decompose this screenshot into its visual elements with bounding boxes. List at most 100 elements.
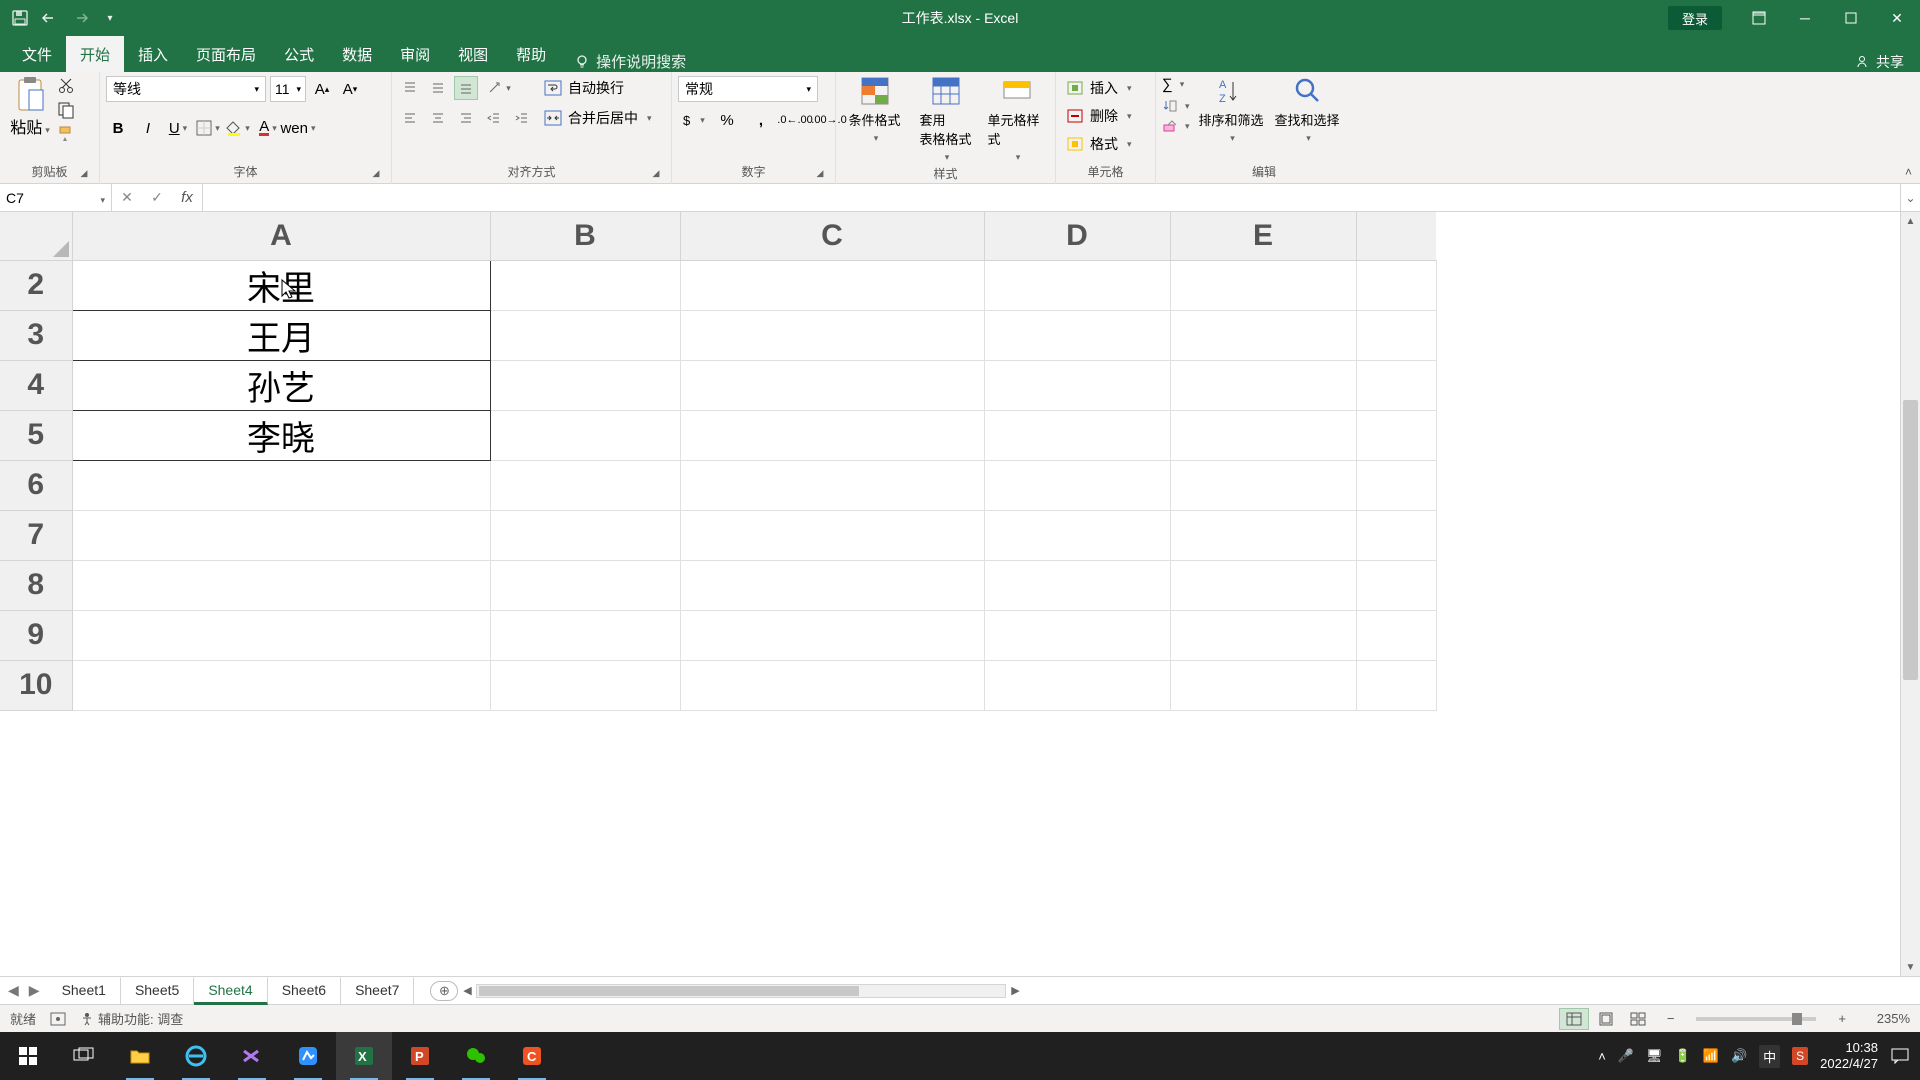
- bold-button[interactable]: B: [106, 116, 130, 140]
- sheet-tab-Sheet6[interactable]: Sheet6: [268, 977, 341, 1005]
- cell-spill-4[interactable]: [1356, 360, 1436, 410]
- orientation-button[interactable]: [482, 76, 516, 100]
- cell-C6[interactable]: [680, 460, 984, 510]
- ime-indicator[interactable]: 中: [1759, 1045, 1780, 1068]
- increase-decimal-button[interactable]: .0←.00: [780, 108, 810, 132]
- tray-clock[interactable]: 10:38 2022/4/27: [1820, 1040, 1878, 1071]
- formula-input[interactable]: [203, 184, 1900, 211]
- italic-button[interactable]: I: [136, 116, 160, 140]
- merge-center-button[interactable]: 合并后居中: [540, 106, 656, 130]
- align-left-button[interactable]: [398, 106, 422, 130]
- cell-B6[interactable]: [490, 460, 680, 510]
- cell-E8[interactable]: [1170, 560, 1356, 610]
- undo-button[interactable]: [36, 4, 64, 32]
- zoom-slider[interactable]: [1696, 1017, 1816, 1021]
- fx-icon[interactable]: fx: [172, 189, 202, 206]
- zoom-level[interactable]: 235%: [1860, 1011, 1910, 1026]
- redo-button[interactable]: [66, 4, 94, 32]
- wrap-text-button[interactable]: 自动换行: [540, 76, 656, 100]
- borders-button[interactable]: [196, 116, 220, 140]
- cell-D5[interactable]: [984, 410, 1170, 460]
- sheet-nav-prev[interactable]: ◀: [8, 982, 19, 999]
- cell-A3[interactable]: 王月: [72, 310, 490, 360]
- name-box[interactable]: C7: [0, 184, 112, 211]
- expand-formula-bar[interactable]: ⌄: [1900, 184, 1920, 211]
- cut-button[interactable]: [56, 76, 76, 96]
- delete-cells-button[interactable]: 删除: [1062, 104, 1136, 128]
- conditional-formatting-button[interactable]: 条件格式: [846, 76, 904, 144]
- scroll-down-button[interactable]: ▼: [1901, 958, 1920, 976]
- cell-C4[interactable]: [680, 360, 984, 410]
- cell-A8[interactable]: [72, 560, 490, 610]
- col-header-C[interactable]: C: [680, 212, 984, 260]
- cell-C3[interactable]: [680, 310, 984, 360]
- excel-task[interactable]: X: [336, 1032, 392, 1080]
- align-center-button[interactable]: [426, 106, 450, 130]
- cell-C2[interactable]: [680, 260, 984, 310]
- accessibility-status[interactable]: 辅助功能: 调查: [80, 1009, 183, 1028]
- phonetic-button[interactable]: wen: [286, 116, 310, 140]
- row-header-5[interactable]: 5: [0, 410, 72, 460]
- zoom-knob[interactable]: [1792, 1013, 1802, 1025]
- cell-D3[interactable]: [984, 310, 1170, 360]
- cell-D6[interactable]: [984, 460, 1170, 510]
- horizontal-scroll-thumb[interactable]: [479, 986, 859, 996]
- visual-studio-task[interactable]: [224, 1032, 280, 1080]
- tab-review[interactable]: 审阅: [386, 36, 444, 72]
- horizontal-scrollbar[interactable]: [476, 984, 1006, 998]
- clipboard-launcher[interactable]: [77, 168, 91, 182]
- tray-battery-icon[interactable]: 🔋: [1675, 1048, 1691, 1064]
- cell-E7[interactable]: [1170, 510, 1356, 560]
- cell-D4[interactable]: [984, 360, 1170, 410]
- increase-font-button[interactable]: A▴: [310, 77, 334, 101]
- align-bottom-button[interactable]: [454, 76, 478, 100]
- cell-spill-6[interactable]: [1356, 460, 1436, 510]
- file-explorer-task[interactable]: [112, 1032, 168, 1080]
- align-middle-button[interactable]: [426, 76, 450, 100]
- sheet-tab-Sheet7[interactable]: Sheet7: [341, 977, 414, 1005]
- enter-formula-button[interactable]: ✓: [142, 189, 172, 206]
- tray-mic-icon[interactable]: 🎤: [1618, 1048, 1634, 1064]
- cell-spill-3[interactable]: [1356, 310, 1436, 360]
- cell-spill-2[interactable]: [1356, 260, 1436, 310]
- cell-spill-10[interactable]: [1356, 660, 1436, 710]
- col-header-D[interactable]: D: [984, 212, 1170, 260]
- cell-C8[interactable]: [680, 560, 984, 610]
- font-name-combo[interactable]: 等线▾: [106, 76, 266, 102]
- tab-data[interactable]: 数据: [328, 36, 386, 72]
- font-size-combo[interactable]: 11▾: [270, 76, 306, 102]
- cell-A6[interactable]: [72, 460, 490, 510]
- action-center-button[interactable]: [1890, 1047, 1910, 1065]
- scroll-up-button[interactable]: ▲: [1901, 212, 1920, 230]
- cell-C7[interactable]: [680, 510, 984, 560]
- select-all-corner[interactable]: [0, 212, 72, 260]
- cell-C10[interactable]: [680, 660, 984, 710]
- cell-B2[interactable]: [490, 260, 680, 310]
- app-task-blue[interactable]: [280, 1032, 336, 1080]
- cancel-formula-button[interactable]: ✕: [112, 189, 142, 206]
- cell-B4[interactable]: [490, 360, 680, 410]
- col-header-B[interactable]: B: [490, 212, 680, 260]
- cell-D9[interactable]: [984, 610, 1170, 660]
- clear-button[interactable]: [1162, 119, 1190, 133]
- maximize-button[interactable]: [1828, 0, 1874, 36]
- cell-A2[interactable]: 宋里: [72, 260, 490, 310]
- share-button[interactable]: 共享: [1838, 52, 1920, 72]
- cell-B9[interactable]: [490, 610, 680, 660]
- underline-button[interactable]: U: [166, 116, 190, 140]
- accounting-format-button[interactable]: $: [678, 108, 708, 132]
- cell-B5[interactable]: [490, 410, 680, 460]
- add-sheet-button[interactable]: ⊕: [430, 981, 458, 1001]
- page-layout-view-button[interactable]: [1591, 1008, 1621, 1030]
- paste-button[interactable]: 粘贴: [6, 76, 54, 144]
- font-color-button[interactable]: A: [256, 116, 280, 140]
- number-launcher[interactable]: [813, 168, 827, 182]
- tab-file[interactable]: 文件: [8, 36, 66, 72]
- powerpoint-task[interactable]: P: [392, 1032, 448, 1080]
- hscroll-right[interactable]: ▶: [1006, 984, 1024, 997]
- cell-spill-8[interactable]: [1356, 560, 1436, 610]
- camtasia-task[interactable]: C: [504, 1032, 560, 1080]
- close-button[interactable]: ✕: [1874, 0, 1920, 36]
- cell-E3[interactable]: [1170, 310, 1356, 360]
- increase-indent-button[interactable]: [510, 106, 534, 130]
